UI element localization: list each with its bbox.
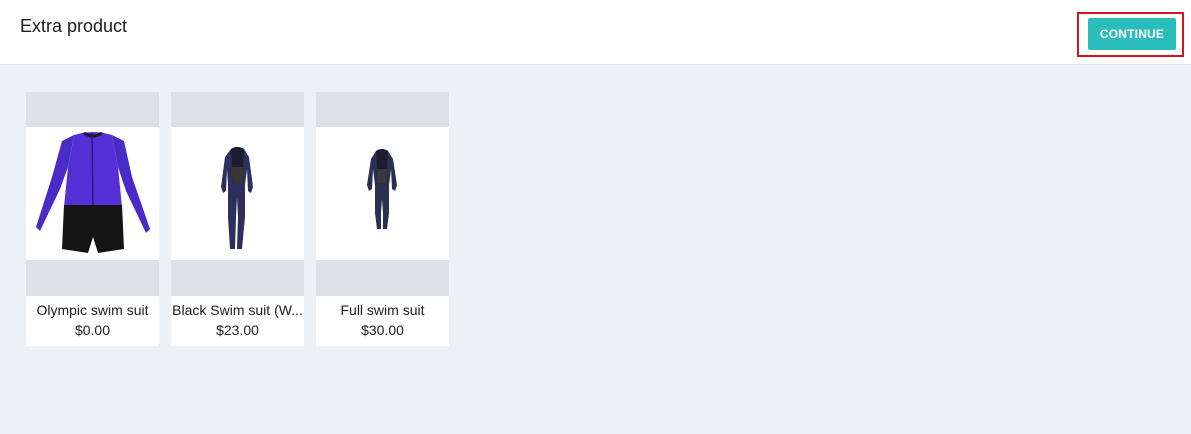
page-title: Extra product — [20, 16, 128, 36]
continue-button[interactable]: CONTINUE — [1088, 18, 1176, 50]
product-card[interactable]: Full swim suit $30.00 — [316, 92, 449, 346]
product-price: $0.00 — [74, 322, 111, 338]
product-image-area — [26, 92, 159, 296]
page-header: Extra product CONTINUE — [0, 0, 1191, 65]
product-name: Full swim suit — [340, 302, 425, 318]
product-card[interactable]: Black Swim suit (W... $23.00 — [171, 92, 304, 346]
wetsuit-icon — [221, 147, 253, 249]
continue-highlight: CONTINUE — [1077, 12, 1184, 57]
swimsuit-icon — [36, 131, 150, 253]
product-image-area — [171, 92, 304, 296]
product-name: Olympic swim suit — [36, 302, 149, 318]
product-name: Black Swim suit (W... — [172, 302, 303, 318]
product-card[interactable]: Olympic swim suit $0.00 — [26, 92, 159, 346]
product-price: $23.00 — [216, 322, 259, 338]
product-image-area — [316, 92, 449, 296]
product-price: $30.00 — [361, 322, 404, 338]
wetsuit-icon — [367, 149, 397, 229]
